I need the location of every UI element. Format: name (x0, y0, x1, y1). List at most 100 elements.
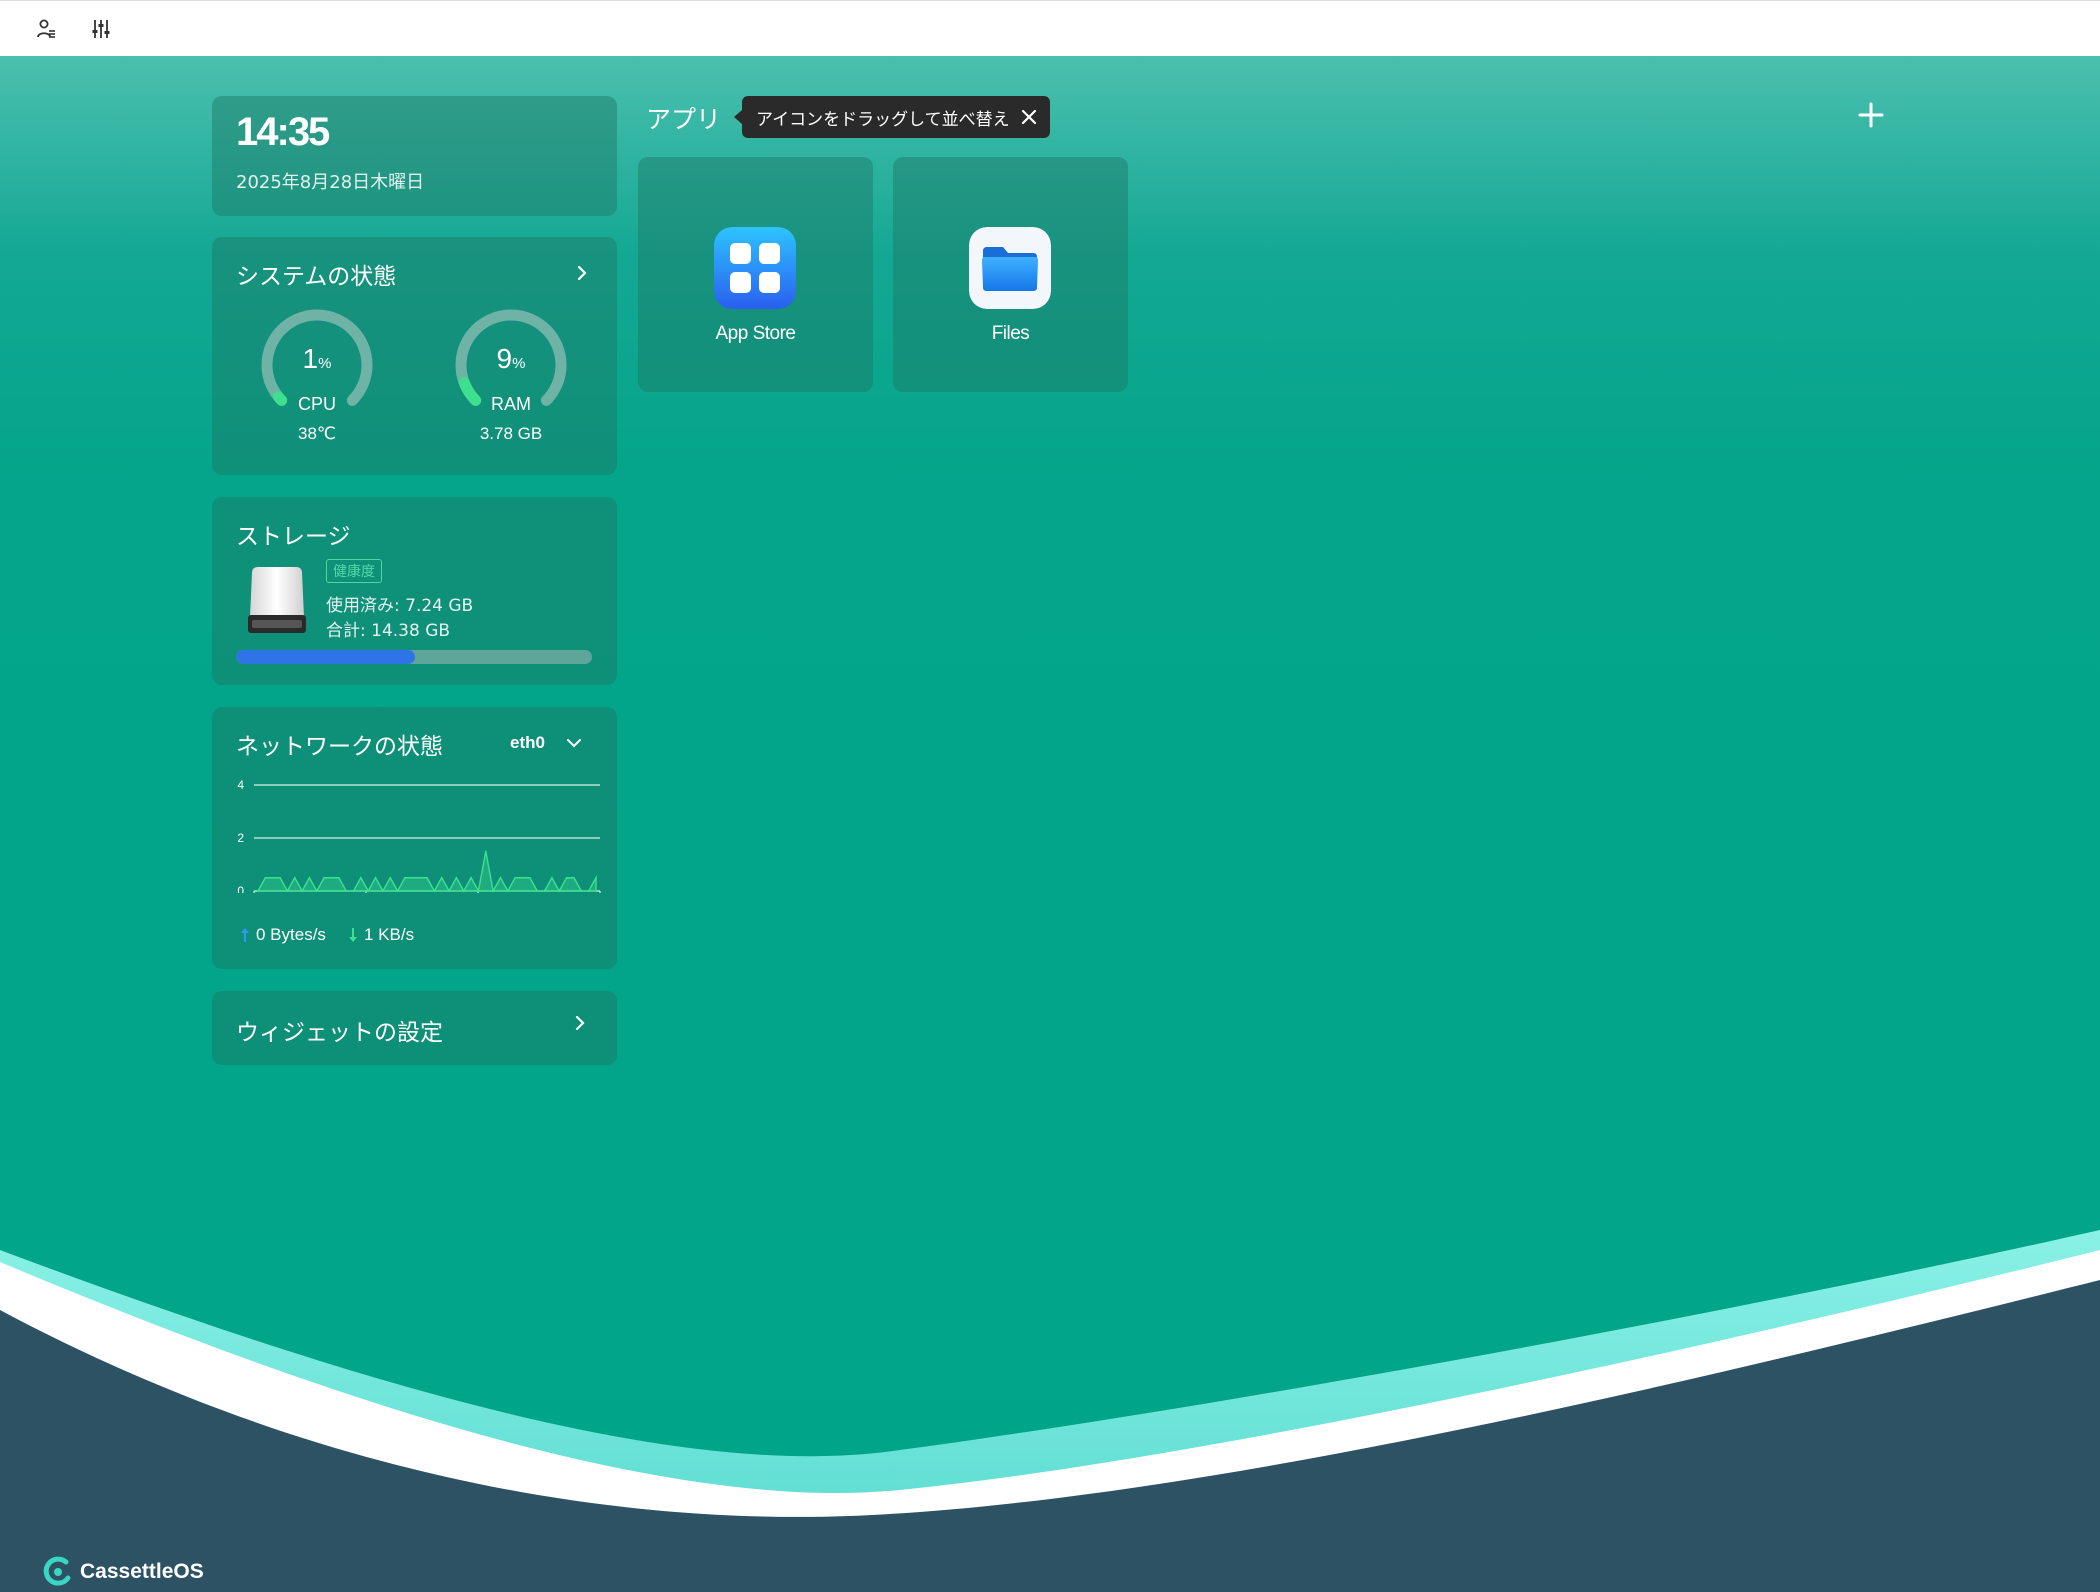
chevron-right-icon[interactable] (574, 265, 590, 281)
interface-select[interactable]: eth0 (510, 733, 545, 753)
upload-rate: 0 Bytes/s (256, 925, 326, 944)
top-bar (0, 0, 2100, 56)
close-icon[interactable] (1020, 108, 1038, 126)
app-tile-files[interactable]: Files (893, 157, 1128, 392)
data-point (580, 890, 583, 892)
data-point (470, 876, 472, 879)
brand-logo: CassettleOS (42, 1556, 204, 1588)
data-point (565, 876, 568, 879)
data-point (404, 876, 406, 879)
app-tile-app-store[interactable]: App Store (638, 157, 873, 392)
cpu-unit: % (318, 355, 332, 372)
upload-arrow-icon (241, 928, 249, 942)
data-point (411, 876, 414, 879)
data-point (301, 890, 303, 892)
y-tick-label: 0 (237, 884, 244, 893)
y-tick-label: 4 (237, 778, 244, 792)
data-point (338, 876, 340, 879)
data-point (345, 890, 347, 892)
download-arrow-icon (349, 928, 357, 942)
health-badge: 健康度 (326, 559, 382, 583)
data-point (323, 876, 325, 879)
download-rate: 1 KB/s (364, 925, 415, 944)
data-point (367, 890, 370, 892)
data-point (595, 876, 597, 879)
data-point (462, 890, 465, 892)
data-point (455, 876, 458, 879)
data-point (396, 890, 399, 892)
data-point (514, 876, 516, 879)
data-point (558, 890, 561, 892)
app-store-icon (714, 227, 796, 309)
network-title: ネットワークの状態 (236, 734, 443, 760)
data-point (389, 876, 392, 879)
upload-legend: 0 Bytes/s (240, 925, 326, 945)
data-point (293, 876, 296, 879)
system-status-title: システムの状態 (236, 264, 397, 290)
data-point (440, 876, 443, 879)
drag-hint-tooltip: アイコンをドラッグして並べ替え (734, 96, 1050, 138)
data-point (352, 890, 355, 892)
cpu-gauge: 1% CPU 38℃ (252, 307, 382, 457)
data-point (330, 876, 333, 879)
ram-used: 3.78 GB (479, 424, 543, 443)
storage-title: ストレージ (236, 524, 351, 550)
chevron-right-icon[interactable] (572, 1015, 588, 1031)
download-series-area (256, 851, 597, 893)
data-point (536, 890, 539, 892)
data-point (499, 876, 502, 879)
app-name: Files (991, 323, 1030, 344)
storage-total: 合計: 14.38 GB (326, 621, 451, 641)
widget-settings-label: ウィジェットの設定 (236, 1020, 443, 1046)
cpu-percent: 1 (302, 343, 319, 374)
data-point (521, 876, 524, 879)
system-status-widget: システムの状態 1% CPU 38℃ 9% RAM 3.78 GB (212, 237, 617, 475)
data-point (374, 876, 377, 879)
data-point (418, 876, 421, 879)
data-point (426, 876, 428, 879)
ram-percent: 9 (496, 343, 513, 374)
storage-widget: ストレージ 健康度 使用済み: 7.24 GB 合計: 14.38 GB (212, 497, 617, 685)
hard-drive-icon (248, 567, 306, 633)
data-point (587, 890, 590, 892)
clock-widget: 14:35 2025年8月28日木曜日 (212, 96, 617, 216)
data-point (477, 890, 480, 892)
download-legend: 1 KB/s (348, 925, 414, 945)
data-point (360, 876, 362, 879)
storage-progress-fill (236, 650, 416, 664)
clock-date: 2025年8月28日木曜日 (236, 172, 425, 193)
data-point (286, 890, 289, 892)
user-icon[interactable] (32, 15, 60, 43)
data-point (543, 890, 546, 892)
data-point (433, 890, 436, 892)
data-point (529, 876, 531, 879)
settings-sliders-icon[interactable] (87, 15, 115, 43)
data-point (448, 890, 450, 892)
clock-time: 14:35 (236, 110, 330, 154)
chevron-down-icon[interactable] (566, 735, 582, 751)
widget-settings-button[interactable]: ウィジェットの設定 (212, 991, 617, 1065)
data-point (264, 876, 267, 879)
data-point (492, 890, 494, 892)
network-widget: ネットワークの状態 eth0 0 2 4 0 Bytes/s 1 KB/s (212, 707, 617, 969)
data-point (551, 876, 553, 879)
add-app-icon[interactable] (1856, 100, 1886, 130)
ram-gauge: 9% RAM 3.78 GB (446, 307, 576, 457)
folder-icon (969, 227, 1051, 309)
cpu-temperature: 38℃ (297, 424, 336, 443)
network-chart: 0 2 4 (237, 778, 601, 893)
y-tick-label: 2 (237, 831, 244, 845)
data-point (507, 890, 509, 892)
data-point (315, 890, 318, 892)
ram-unit: % (512, 355, 526, 372)
brand-name: CassettleOS (80, 1560, 204, 1583)
app-name: App Store (715, 323, 797, 344)
storage-used: 使用済み: 7.24 GB (326, 596, 474, 616)
data-point (308, 876, 311, 879)
data-point (484, 850, 487, 853)
storage-progress-bar (236, 650, 592, 664)
ram-label: RAM (491, 394, 531, 414)
data-point (279, 876, 281, 879)
data-point (573, 876, 575, 879)
data-point (257, 890, 259, 892)
